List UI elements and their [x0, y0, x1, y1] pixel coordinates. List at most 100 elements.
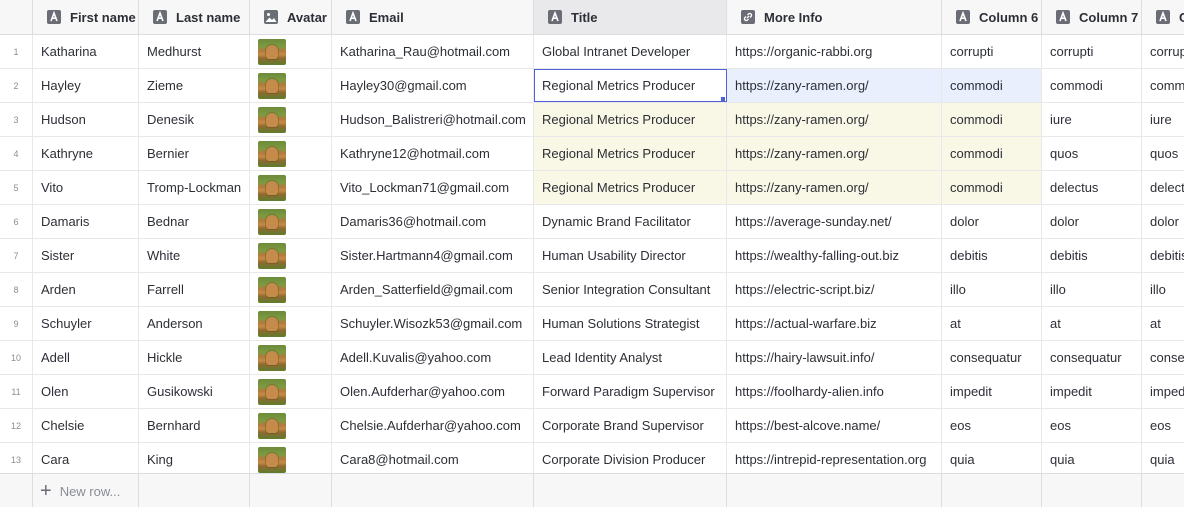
cell-c6[interactable]: commodi [942, 171, 1042, 204]
cell-email[interactable]: Kathryne12@hotmail.com [332, 137, 534, 170]
cell-c8[interactable]: corrupti [1142, 35, 1184, 68]
cell-email[interactable]: Hudson_Balistreri@hotmail.com [332, 103, 534, 136]
cell-title[interactable]: Corporate Brand Supervisor [534, 409, 727, 442]
cell-c6[interactable]: commodi [942, 103, 1042, 136]
cell-first[interactable]: Schuyler [33, 307, 139, 340]
cell-c6[interactable]: consequatur [942, 341, 1042, 374]
table-row[interactable]: 3 Hudson Denesik Hudson_Balistreri@hotmail.… [0, 103, 1184, 137]
cell-email[interactable]: Cara8@hotmail.com [332, 443, 534, 476]
cell-avatar[interactable] [250, 375, 332, 408]
cell-title[interactable]: Human Usability Director [534, 239, 727, 272]
table-row[interactable]: 12 Chelsie Bernhard Chelsie.Aufderhar@yahoo… [0, 409, 1184, 443]
table-row[interactable]: 8 Arden Farrell Arden_Satterfield@gmail.com… [0, 273, 1184, 307]
cell-c8[interactable]: quos [1142, 137, 1184, 170]
cell-c6[interactable]: illo [942, 273, 1042, 306]
column-header-last[interactable]: Last name [139, 0, 250, 34]
cell-avatar[interactable] [250, 35, 332, 68]
cell-c8[interactable]: at [1142, 307, 1184, 340]
cell-c8[interactable]: dolor [1142, 205, 1184, 238]
cell-title[interactable]: Human Solutions Strategist [534, 307, 727, 340]
cell-email[interactable]: Schuyler.Wisozk53@gmail.com [332, 307, 534, 340]
cell-c6[interactable]: corrupti [942, 35, 1042, 68]
table-row[interactable]: 1 Katharina Medhurst Katharina_Rau@hotmail.… [0, 35, 1184, 69]
cell-c7[interactable]: commodi [1042, 69, 1142, 102]
cell-last[interactable]: King [139, 443, 250, 476]
cell-last[interactable]: Anderson [139, 307, 250, 340]
table-row[interactable]: 11 Olen Gusikowski Olen.Aufderhar@yahoo.com… [0, 375, 1184, 409]
cell-info[interactable]: https://actual-warfare.biz [727, 307, 942, 340]
cell-c7[interactable]: quia [1042, 443, 1142, 476]
cell-c6[interactable]: at [942, 307, 1042, 340]
cell-c7[interactable]: quos [1042, 137, 1142, 170]
cell-c8[interactable]: debitis [1142, 239, 1184, 272]
cell-first[interactable]: Vito [33, 171, 139, 204]
cell-email[interactable]: Arden_Satterfield@gmail.com [332, 273, 534, 306]
cell-info[interactable]: https://zany-ramen.org/ [727, 103, 942, 136]
cell-info[interactable]: https://best-alcove.name/ [727, 409, 942, 442]
cell-last[interactable]: Medhurst [139, 35, 250, 68]
cell-c7[interactable]: eos [1042, 409, 1142, 442]
cell-title[interactable]: Global Intranet Developer [534, 35, 727, 68]
cell-c8[interactable]: consequatur [1142, 341, 1184, 374]
cell-c7[interactable]: dolor [1042, 205, 1142, 238]
cell-first[interactable]: Cara [33, 443, 139, 476]
cell-c8[interactable]: iure [1142, 103, 1184, 136]
cell-email[interactable]: Adell.Kuvalis@yahoo.com [332, 341, 534, 374]
cell-c6[interactable]: quia [942, 443, 1042, 476]
cell-c6[interactable]: commodi [942, 137, 1042, 170]
cell-c7[interactable]: iure [1042, 103, 1142, 136]
cell-info[interactable]: https://electric-script.biz/ [727, 273, 942, 306]
cell-email[interactable]: Olen.Aufderhar@yahoo.com [332, 375, 534, 408]
cell-c7[interactable]: impedit [1042, 375, 1142, 408]
cell-avatar[interactable] [250, 205, 332, 238]
cell-last[interactable]: Bernhard [139, 409, 250, 442]
cell-first[interactable]: Chelsie [33, 409, 139, 442]
column-header-avatar[interactable]: Avatar [250, 0, 332, 34]
table-row[interactable]: 5 Vito Tromp-Lockman Vito_Lockman71@gmail.c… [0, 171, 1184, 205]
cell-email[interactable]: Chelsie.Aufderhar@yahoo.com [332, 409, 534, 442]
cell-info[interactable]: https://zany-ramen.org/ [727, 171, 942, 204]
cell-title[interactable]: Regional Metrics Producer [534, 171, 727, 204]
cell-last[interactable]: Denesik [139, 103, 250, 136]
cell-c8[interactable]: impedit [1142, 375, 1184, 408]
column-header-c6[interactable]: Column 6 [942, 0, 1042, 34]
cell-info[interactable]: https://zany-ramen.org/ [727, 137, 942, 170]
column-header-title[interactable]: Title [534, 0, 727, 34]
cell-c6[interactable]: impedit [942, 375, 1042, 408]
table-row[interactable]: 9 Schuyler Anderson Schuyler.Wisozk53@gmail… [0, 307, 1184, 341]
cell-info[interactable]: https://wealthy-falling-out.biz [727, 239, 942, 272]
cell-title[interactable]: Corporate Division Producer [534, 443, 727, 476]
cell-c7[interactable]: debitis [1042, 239, 1142, 272]
cell-last[interactable]: Bednar [139, 205, 250, 238]
table-row[interactable]: 7 Sister White Sister.Hartmann4@gmail.com Hu… [0, 239, 1184, 273]
cell-avatar[interactable] [250, 443, 332, 476]
cell-avatar[interactable] [250, 103, 332, 136]
cell-email[interactable]: Vito_Lockman71@gmail.com [332, 171, 534, 204]
cell-c7[interactable]: illo [1042, 273, 1142, 306]
cell-c7[interactable]: consequatur [1042, 341, 1142, 374]
cell-last[interactable]: Tromp-Lockman [139, 171, 250, 204]
cell-c8[interactable]: commodi [1142, 69, 1184, 102]
cell-last[interactable]: Gusikowski [139, 375, 250, 408]
cell-email[interactable]: Hayley30@gmail.com [332, 69, 534, 102]
cell-last[interactable]: Farrell [139, 273, 250, 306]
cell-email[interactable]: Katharina_Rau@hotmail.com [332, 35, 534, 68]
cell-first[interactable]: Hayley [33, 69, 139, 102]
cell-last[interactable]: Hickle [139, 341, 250, 374]
column-header-num[interactable] [0, 0, 33, 34]
cell-c8[interactable]: quia [1142, 443, 1184, 476]
cell-c6[interactable]: dolor [942, 205, 1042, 238]
cell-avatar[interactable] [250, 239, 332, 272]
cell-avatar[interactable] [250, 69, 332, 102]
cell-avatar[interactable] [250, 137, 332, 170]
cell-title[interactable]: Regional Metrics Producer [534, 69, 727, 102]
cell-avatar[interactable] [250, 307, 332, 340]
cell-last[interactable]: Bernier [139, 137, 250, 170]
cell-avatar[interactable] [250, 171, 332, 204]
cell-c6[interactable]: eos [942, 409, 1042, 442]
cell-c8[interactable]: eos [1142, 409, 1184, 442]
table-row[interactable]: 4 Kathryne Bernier Kathryne12@hotmail.com Re… [0, 137, 1184, 171]
cell-title[interactable]: Forward Paradigm Supervisor [534, 375, 727, 408]
cell-info[interactable]: https://average-sunday.net/ [727, 205, 942, 238]
cell-c7[interactable]: at [1042, 307, 1142, 340]
